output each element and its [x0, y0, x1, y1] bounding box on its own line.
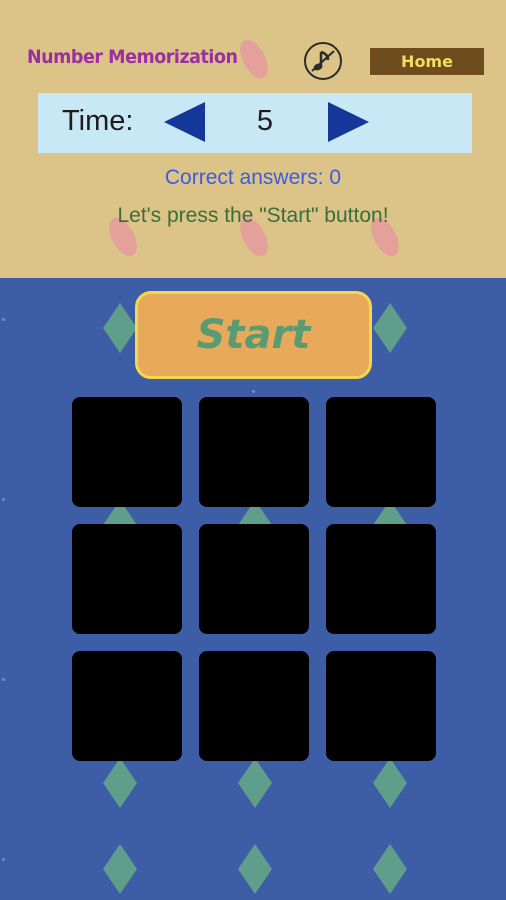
time-control: Time: 5	[38, 93, 472, 153]
decor-dot	[2, 498, 5, 501]
decor-diamond	[373, 844, 407, 894]
correct-answers-text: Correct answers: 0	[164, 166, 342, 189]
decor-petal	[234, 35, 274, 83]
instruction-message: Let's press the "Start" button!	[117, 204, 389, 227]
decor-dot	[2, 678, 5, 681]
start-button[interactable]: Start	[135, 291, 372, 379]
decor-diamond	[373, 303, 407, 353]
triangle-right-icon[interactable]	[328, 102, 369, 142]
decor-dot	[2, 318, 5, 321]
time-label: Time:	[62, 105, 134, 137]
memory-card[interactable]	[72, 397, 182, 507]
decor-diamond	[373, 758, 407, 808]
triangle-left-icon[interactable]	[164, 102, 205, 142]
memory-card[interactable]	[199, 524, 309, 634]
decor-diamond	[103, 758, 137, 808]
home-button[interactable]: Home	[370, 48, 484, 75]
memory-card[interactable]	[199, 397, 309, 507]
decor-diamond	[238, 758, 272, 808]
time-value: 5	[256, 105, 274, 137]
decor-diamond	[103, 303, 137, 353]
header-panel: Number Memorization Home Time: 5 Correct…	[0, 0, 506, 278]
decor-dot	[2, 858, 5, 861]
decor-diamond	[103, 844, 137, 894]
decor-dot	[252, 390, 255, 393]
memory-card[interactable]	[72, 524, 182, 634]
memory-card[interactable]	[199, 651, 309, 761]
decor-diamond	[238, 844, 272, 894]
game-title: Number Memorization	[27, 46, 238, 68]
music-toggle-button[interactable]	[304, 42, 342, 80]
memory-card[interactable]	[326, 524, 436, 634]
memory-card[interactable]	[326, 651, 436, 761]
memory-card[interactable]	[326, 397, 436, 507]
memory-card[interactable]	[72, 651, 182, 761]
music-off-icon	[311, 50, 335, 72]
